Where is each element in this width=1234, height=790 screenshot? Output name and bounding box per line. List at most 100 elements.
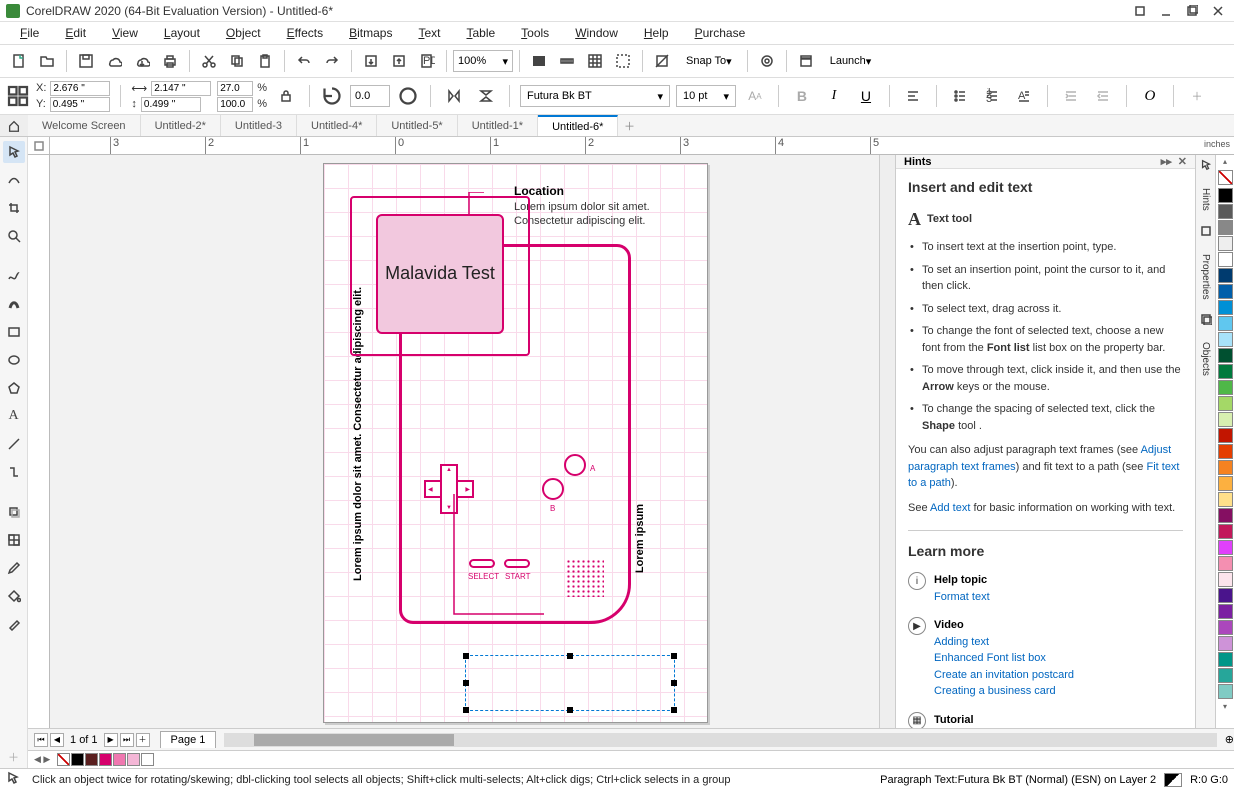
plus-button[interactable]: ＋	[1184, 83, 1210, 109]
cut-button[interactable]	[196, 48, 222, 74]
panel-menu-icon[interactable]: ▸▸	[1161, 155, 1172, 168]
doc-pal-left-icon[interactable]: ◀ ▶	[34, 754, 50, 765]
color-swatch[interactable]	[1218, 332, 1233, 347]
import-button[interactable]	[358, 48, 384, 74]
ruler-horizontal[interactable]: 3 2 1 0 1 2 3 4 5 inches	[50, 137, 1234, 155]
doc-tab[interactable]: Untitled-4*	[297, 115, 377, 136]
launch-menu[interactable]: Launch ▾	[821, 50, 881, 72]
pdf-button[interactable]: PDF	[414, 48, 440, 74]
menu-effects[interactable]: Effects	[275, 24, 335, 42]
color-swatch[interactable]	[1218, 636, 1233, 651]
doc-tab[interactable]: Untitled-2*	[141, 115, 221, 136]
palette-down-icon[interactable]: ▾	[1223, 702, 1227, 711]
indent-dec-button[interactable]	[1090, 83, 1116, 109]
numbering-button[interactable]: 123	[979, 83, 1005, 109]
color-swatch[interactable]	[1218, 300, 1233, 315]
zoom-tool[interactable]	[3, 225, 25, 247]
menu-window[interactable]: Window	[563, 24, 630, 42]
color-swatch[interactable]	[1218, 540, 1233, 555]
crop-tool[interactable]	[3, 197, 25, 219]
eyedropper-tool[interactable]	[3, 557, 25, 579]
color-swatch[interactable]	[1218, 556, 1233, 571]
color-swatch[interactable]	[1218, 380, 1233, 395]
color-swatch[interactable]	[1218, 604, 1233, 619]
text-tool[interactable]: A	[3, 405, 25, 427]
rulers-button[interactable]	[554, 48, 580, 74]
pick-tool[interactable]	[3, 141, 25, 163]
snap-off-button[interactable]	[649, 48, 675, 74]
color-swatch[interactable]	[1218, 668, 1233, 683]
doc-color-swatch[interactable]	[99, 753, 112, 766]
menu-text[interactable]: Text	[406, 24, 452, 42]
mirror-h-button[interactable]	[441, 83, 467, 109]
rotation-input[interactable]	[350, 85, 390, 107]
menu-help[interactable]: Help	[632, 24, 681, 42]
lock-ratio-button[interactable]	[273, 83, 299, 109]
cloud-open-button[interactable]	[129, 48, 155, 74]
close-button[interactable]	[1208, 4, 1228, 18]
color-swatch[interactable]	[1218, 620, 1233, 635]
rail-props-icon[interactable]	[1200, 225, 1212, 240]
open-button[interactable]	[34, 48, 60, 74]
video-link[interactable]: Create an invitation postcard	[934, 667, 1074, 684]
undo-button[interactable]	[291, 48, 317, 74]
doc-color-swatch[interactable]	[113, 753, 126, 766]
new-button[interactable]	[6, 48, 32, 74]
color-swatch[interactable]	[1218, 524, 1233, 539]
palette-up-icon[interactable]: ▴	[1223, 157, 1227, 166]
color-swatch[interactable]	[1218, 572, 1233, 587]
home-tab[interactable]	[0, 115, 28, 136]
parallel-dim-tool[interactable]	[3, 433, 25, 455]
scale-y-input[interactable]	[217, 97, 253, 112]
doc-tab[interactable]: Untitled-1*	[458, 115, 538, 136]
polygon-tool[interactable]	[3, 377, 25, 399]
color-swatch[interactable]	[1218, 412, 1233, 427]
italic-button[interactable]: I	[821, 83, 847, 109]
page[interactable]: Location Lorem ipsum dolor sit amet. Con…	[323, 163, 708, 723]
color-swatch[interactable]	[1218, 268, 1233, 283]
launch-icon[interactable]	[793, 48, 819, 74]
doc-tab[interactable]: Untitled-5*	[377, 115, 457, 136]
ruler-corner[interactable]	[28, 137, 50, 155]
artistic-media-tool[interactable]	[3, 293, 25, 315]
y-input[interactable]	[50, 97, 110, 112]
prev-page-button[interactable]: ◀	[50, 733, 64, 747]
menu-layout[interactable]: Layout	[152, 24, 212, 42]
ellipse-tool[interactable]	[3, 349, 25, 371]
add-tab-button[interactable]: ＋	[618, 115, 640, 136]
notif-icon[interactable]	[1130, 4, 1150, 18]
color-swatch[interactable]	[1218, 684, 1233, 699]
doc-tab[interactable]: Welcome Screen	[28, 115, 141, 136]
doc-color-swatch[interactable]	[71, 753, 84, 766]
color-swatch[interactable]	[1218, 220, 1233, 235]
color-swatch[interactable]	[1218, 236, 1233, 251]
rail-tab-hints[interactable]: Hints	[1200, 184, 1211, 215]
video-link[interactable]: Creating a business card	[934, 683, 1074, 700]
export-button[interactable]	[386, 48, 412, 74]
last-page-button[interactable]: ⏭	[120, 733, 134, 747]
font-size-combo[interactable]: 10 pt▾	[676, 85, 736, 107]
bold-button[interactable]: B	[789, 83, 815, 109]
toolbox-add[interactable]: ＋	[3, 746, 25, 768]
maximize-button[interactable]	[1182, 4, 1202, 18]
drop-shadow-tool[interactable]	[3, 501, 25, 523]
fullscreen-button[interactable]	[526, 48, 552, 74]
connector-tool[interactable]	[3, 461, 25, 483]
ruler-vertical[interactable]	[28, 155, 50, 728]
color-swatch[interactable]	[1218, 284, 1233, 299]
video-link[interactable]: Adding text	[934, 634, 1074, 651]
width-input[interactable]	[151, 81, 211, 96]
dropcap-button[interactable]: A	[1011, 83, 1037, 109]
caps-button[interactable]: AA	[742, 83, 768, 109]
menu-object[interactable]: Object	[214, 24, 273, 42]
rail-tab-objects[interactable]: Objects	[1200, 338, 1211, 380]
nav-icon[interactable]: ⊕	[1225, 733, 1234, 746]
canvas[interactable]: Location Lorem ipsum dolor sit amet. Con…	[50, 155, 879, 728]
color-swatch[interactable]	[1218, 396, 1233, 411]
print-button[interactable]	[157, 48, 183, 74]
rail-obj-icon[interactable]	[1200, 313, 1212, 328]
doc-tab[interactable]: Untitled-3	[221, 115, 297, 136]
color-swatch[interactable]	[1218, 476, 1233, 491]
copy-button[interactable]	[224, 48, 250, 74]
save-button[interactable]	[73, 48, 99, 74]
